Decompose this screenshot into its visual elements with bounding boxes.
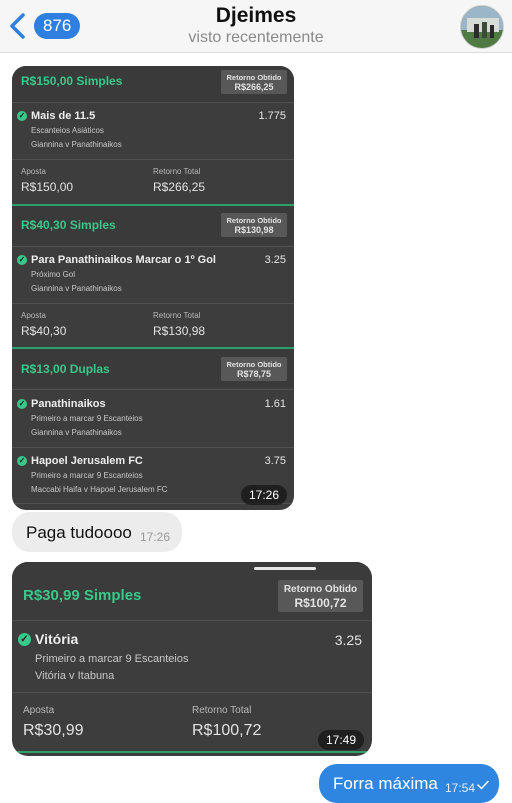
selection-odds: 3.25 [334,632,362,648]
stake-label: Aposta [21,167,46,176]
check-circle-icon: ✓ [17,255,27,265]
avatar-photo [461,6,503,48]
selection-match: Vitória v Itabuna [35,670,115,682]
stake-value: R$150,00 [21,180,74,194]
check-circle-icon: ✓ [17,111,27,121]
return-obtained-box: Retorno Obtido R$100,72 [278,580,363,612]
message-time: 17:26 [140,530,171,544]
selection-match: Giannina v Panathinaikos [31,284,122,293]
bet-title: R$40,30 Simples [21,218,116,232]
selection-odds: 1.61 [264,398,286,410]
total-return-label: Retorno Total [153,311,201,320]
bet-title: R$150,00 Simples [21,74,123,88]
avatar[interactable] [460,5,504,49]
selection-name: Mais de 11.5 [31,110,96,122]
return-obtained-box: Retorno Obtido R$266,25 [221,70,287,94]
stake-label: Aposta [23,705,55,716]
message-time: 17:54 [445,781,476,795]
selection-odds: 3.25 [264,254,286,266]
last-seen-status: visto recentemente [188,29,324,46]
incoming-message-bubble[interactable]: Paga tudoooo 17:26 [12,512,182,552]
chat-header: 876 Djeimes visto recentemente [0,0,512,53]
selection-market: Primeiro a marcar 9 Escanteios [35,653,189,665]
selection-match: Giannina v Panathinaikos [31,140,122,149]
selection-name: Hapoel Jerusalem FC [31,455,143,467]
total-return-value: R$130,98 [153,324,206,338]
selection-match: Maccabi Haifa v Hapoel Jerusalem FC [31,485,168,494]
message-time: 17:26 [241,485,287,505]
scroll-indicator [254,567,316,570]
return-obtained-box: Retorno Obtido R$130,98 [221,213,287,237]
selection-name: Para Panathinaikos Marcar o 1º Gol [31,254,216,266]
selection-market: Próximo Gol [31,270,76,279]
total-return-value: R$100,72 [192,722,262,739]
return-obtained-box: Retorno Obtido R$78,75 [221,357,287,381]
selection-odds: 1.775 [258,110,286,122]
selection-odds: 3.75 [264,455,286,467]
check-circle-icon: ✓ [17,456,27,466]
contact-name[interactable]: Djeimes [0,4,512,28]
stake-value: R$30,99 [23,722,84,739]
stake-label: Aposta [21,311,46,320]
selection-market: Primeiro a marcar 9 Escanteios [31,471,143,480]
selection-match: Giannina v Panathinaikos [31,428,122,437]
stake-value: R$40,30 [21,324,67,338]
selection-name: Panathinaikos [31,398,106,410]
message-text: Forra máxima [333,774,438,793]
bet-title: R$13,00 Duplas [21,362,110,376]
bet-slip-image-1[interactable]: R$150,00 Simples Retorno Obtido R$266,25… [12,66,294,510]
selection-name: Vitória [35,631,79,647]
check-circle-icon: ✓ [17,399,27,409]
total-return-label: Retorno Total [153,167,201,176]
message-time: 17:49 [318,730,364,750]
outgoing-message-bubble[interactable]: Forra máxima 17:54 [319,764,499,803]
check-circle-icon: ✓ [18,633,31,646]
bet-slip-image-2[interactable]: R$30,99 Simples Retorno Obtido R$100,72 … [12,562,372,756]
total-return-label: Retorno Total [192,705,252,716]
message-text: Paga tudoooo [26,523,132,542]
selection-market: Escanteios Asiáticos [31,126,104,135]
selection-market: Primeiro a marcar 9 Escanteios [31,414,143,423]
bet-title: R$30,99 Simples [23,587,142,604]
single-tick-icon [477,780,489,790]
total-return-value: R$266,25 [153,180,206,194]
